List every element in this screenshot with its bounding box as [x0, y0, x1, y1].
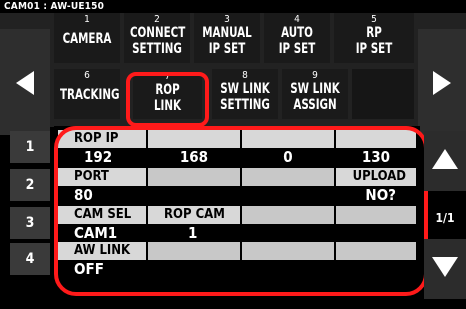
- paging-column: 1/1: [424, 127, 466, 299]
- menu-label: SW LINK: [290, 81, 340, 97]
- menu-label: CAMERA: [62, 31, 112, 47]
- next-menu-button[interactable]: [418, 29, 466, 135]
- menu-empty-slot: [352, 69, 414, 119]
- menu-auto-ip-set-button[interactable]: 4 AUTO IP SET: [264, 13, 330, 63]
- menu-number: 3: [224, 14, 230, 25]
- menu-label-line2: SETTING: [132, 41, 182, 57]
- menu-rp-ip-set-button[interactable]: 5 RP IP SET: [334, 13, 414, 63]
- row-number-3[interactable]: 3: [10, 207, 50, 239]
- menu-connect-setting-button[interactable]: 2 CONNECT SETTING: [124, 13, 190, 63]
- menu-label: CONNECT: [129, 25, 186, 41]
- prev-menu-button[interactable]: [0, 29, 50, 135]
- settings-highlight-outline: [54, 126, 428, 296]
- menu-label: MANUAL: [202, 25, 252, 41]
- menu-area: 1 CAMERA 2 CONNECT SETTING 3 MANUAL IP S…: [0, 13, 466, 135]
- row-number-4[interactable]: 4: [10, 243, 50, 275]
- menu-label-line2: IP SET: [208, 41, 246, 57]
- triangle-left-icon: [16, 71, 34, 95]
- menu-manual-ip-set-button[interactable]: 3 MANUAL IP SET: [194, 13, 260, 63]
- menu-tracking-button[interactable]: 6 TRACKING: [54, 69, 120, 119]
- menu-sw-link-setting-button[interactable]: 8 SW LINK SETTING: [212, 69, 278, 119]
- menu-number: 5: [371, 14, 377, 25]
- menu-number: 1: [84, 14, 90, 25]
- menu-label: SW LINK: [220, 81, 270, 97]
- triangle-up-icon: [432, 149, 458, 169]
- rop-panel-screen: CAM01 : AW-UE150 1 CAMERA 2 CONNECT SETT…: [0, 0, 466, 309]
- menu-number: 6: [84, 70, 90, 81]
- menu-number: 4: [294, 14, 300, 25]
- menu-number: 9: [312, 70, 318, 81]
- page-up-button[interactable]: [424, 131, 466, 191]
- menu-sw-link-assign-button[interactable]: 9 SW LINK ASSIGN: [282, 69, 348, 119]
- triangle-down-icon: [432, 257, 458, 277]
- row-number-1[interactable]: 1: [10, 131, 50, 163]
- menu-number: 2: [154, 14, 160, 25]
- triangle-right-icon: [433, 71, 451, 95]
- menu-number: 8: [242, 70, 248, 81]
- page-down-button[interactable]: [424, 239, 466, 299]
- menu-label-line2: SETTING: [220, 97, 270, 113]
- menu-label: TRACKING: [59, 87, 120, 103]
- row-number-2[interactable]: 2: [10, 169, 50, 201]
- menu-label: AUTO: [281, 25, 313, 41]
- menu-label-line2: ASSIGN: [293, 97, 337, 113]
- menu-label-line2: IP SET: [355, 41, 393, 57]
- camera-title: CAM01 : AW-UE150: [4, 1, 105, 12]
- page-indicator: 1/1: [435, 211, 455, 225]
- menu-label: RP: [366, 25, 382, 41]
- menu-camera-button[interactable]: 1 CAMERA: [54, 13, 120, 63]
- selected-menu-highlight: [126, 72, 209, 127]
- menu-label-line2: IP SET: [278, 41, 316, 57]
- title-bar: CAM01 : AW-UE150: [0, 0, 466, 13]
